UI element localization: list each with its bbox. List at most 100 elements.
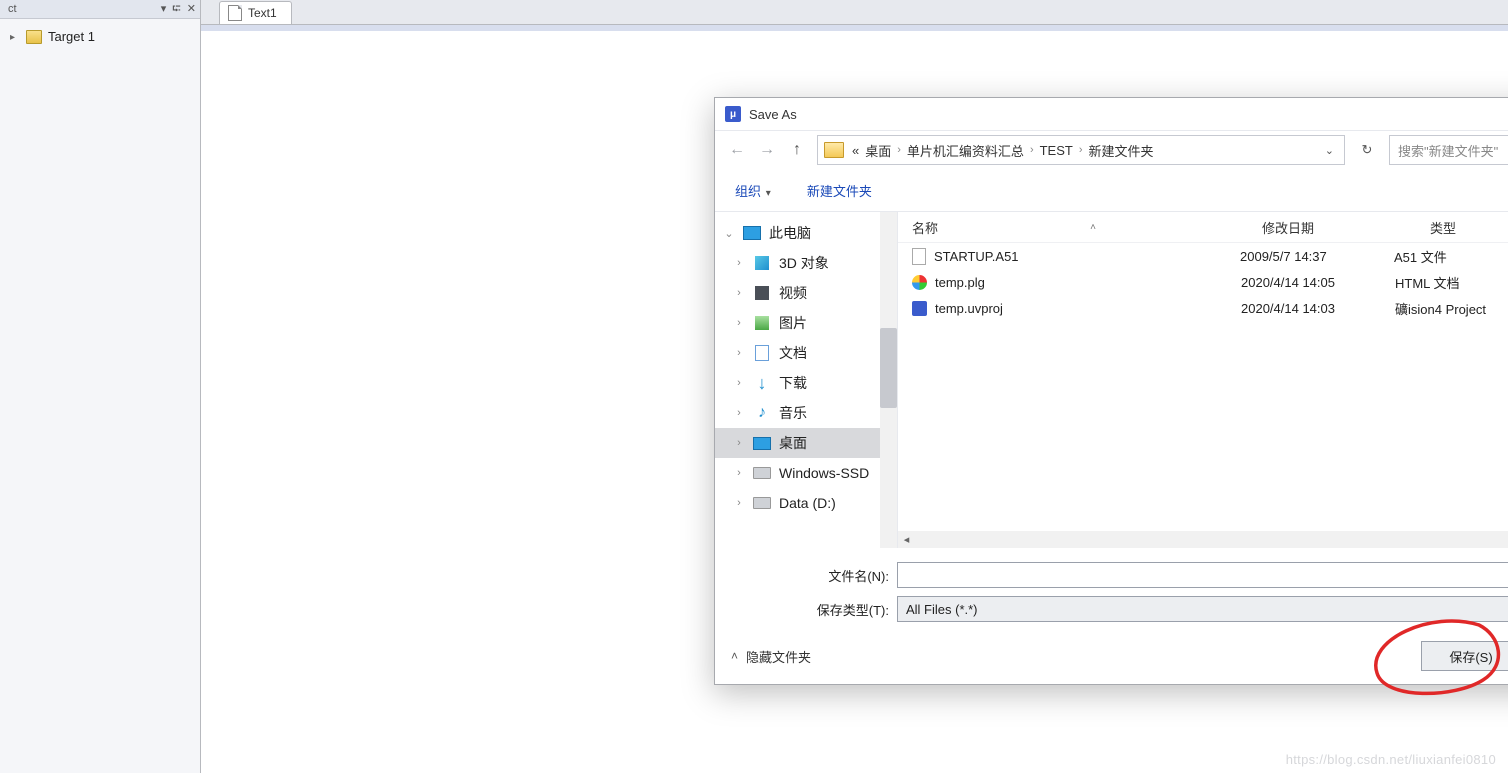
app-icon: μ [725, 106, 741, 122]
breadcrumb-item[interactable]: 新建文件夹 [1089, 141, 1154, 160]
desktop-icon [753, 437, 771, 450]
nav-scroll-thumb[interactable] [880, 328, 897, 408]
filename-label: 文件名(N): [795, 566, 889, 585]
breadcrumb-item[interactable]: 单片机汇编资料汇总 [907, 141, 1024, 160]
file-row[interactable]: temp.plg 2020/4/14 14:05 HTML 文档 0 KB [898, 269, 1508, 295]
editor-canvas[interactable]: μ Save As ✕ ← → ↑ « 桌面 › 单片机汇编资料汇总 [201, 31, 1508, 773]
chevron-down-icon: ▾ [763, 188, 771, 199]
nav-item-documents[interactable]: ›文档 [715, 338, 897, 368]
chevron-right-icon[interactable]: › [733, 347, 745, 359]
watermark: https://blog.csdn.net/liuxianfei0810 [1286, 752, 1496, 767]
nav-item-downloads[interactable]: ›↓下载 [715, 368, 897, 398]
file-row[interactable]: STARTUP.A51 2009/5/7 14:37 A51 文件 7 KB [898, 243, 1508, 269]
h-scrollbar[interactable]: ◂ ▸ [898, 531, 1508, 548]
dialog-body: ⌄此电脑 ›3D 对象 ›视频 ›图片 ›文档 ›↓下载 ›♪音乐 ›桌面 ›W… [715, 212, 1508, 548]
file-icon [912, 275, 927, 290]
file-icon [912, 248, 926, 265]
col-name[interactable]: 名称˄ [898, 218, 1248, 237]
nav-item-3d[interactable]: ›3D 对象 [715, 248, 897, 278]
refresh-icon[interactable]: ↻ [1355, 138, 1379, 162]
panel-title-suffix: ct [4, 3, 17, 15]
col-date[interactable]: 修改日期 [1248, 218, 1416, 237]
breadcrumb-item[interactable]: 桌面 [865, 141, 891, 160]
chevron-right-icon[interactable]: › [733, 377, 745, 389]
dialog-title: Save As [749, 107, 797, 122]
pushpin-icon[interactable]: ⮓ [172, 0, 181, 19]
tab-label: Text1 [248, 6, 277, 20]
chevron-up-icon: ˄ [731, 649, 738, 663]
filetype-label: 保存类型(T): [795, 600, 889, 619]
search-input[interactable]: 搜索"新建文件夹" 🔍 [1389, 135, 1508, 165]
target-icon [26, 30, 42, 44]
filetype-row: 保存类型(T): All Files (*.*) ⌄ [795, 596, 1508, 622]
forward-button: → [757, 140, 777, 160]
dialog-titlebar[interactable]: μ Save As ✕ [715, 98, 1508, 130]
document-icon [755, 345, 769, 361]
nav-row: ← → ↑ « 桌面 › 单片机汇编资料汇总 › TEST › 新建文件夹 [715, 130, 1508, 169]
scroll-left-icon[interactable]: ◂ [898, 531, 915, 548]
chevron-right-icon[interactable]: › [733, 437, 745, 449]
editor-pane: Text1 μ Save As ✕ ← → ↑ « [201, 0, 1508, 773]
new-folder-button[interactable]: 新建文件夹 [801, 179, 878, 202]
folder-icon [824, 142, 844, 158]
expand-icon[interactable]: ▸ [10, 32, 20, 42]
chevron-right-icon[interactable]: › [733, 287, 745, 299]
chevron-right-icon[interactable]: › [733, 257, 745, 269]
organize-button[interactable]: 组织 ▾ [729, 179, 777, 202]
breadcrumb-item[interactable]: TEST [1040, 143, 1073, 158]
target-label: Target 1 [48, 29, 95, 44]
picture-icon [755, 316, 769, 330]
download-icon: ↓ [753, 375, 771, 391]
panel-menu-icon[interactable]: ▾ [161, 2, 167, 16]
tab-strip: Text1 [201, 0, 1508, 25]
workspace: ct ▾ ⮓ ✕ ▸ Target 1 Text1 μ [0, 0, 1508, 773]
video-icon [755, 286, 769, 300]
nav-item-music[interactable]: ›♪音乐 [715, 398, 897, 428]
app-root: ct ▾ ⮓ ✕ ▸ Target 1 Text1 μ [0, 0, 1508, 773]
column-headers[interactable]: 名称˄ 修改日期 类型 大小 [898, 212, 1508, 243]
save-button[interactable]: 保存(S) [1421, 641, 1508, 671]
nav-item-pictures[interactable]: ›图片 [715, 308, 897, 338]
drive-icon [753, 467, 771, 479]
nav-item-data-d[interactable]: ›Data (D:) [715, 488, 897, 518]
tab-text1[interactable]: Text1 [219, 1, 292, 24]
file-icon [228, 5, 242, 21]
breadcrumb[interactable]: « 桌面 › 单片机汇编资料汇总 › TEST › 新建文件夹 ⌄ [817, 135, 1345, 165]
file-rows[interactable]: STARTUP.A51 2009/5/7 14:37 A51 文件 7 KB t… [898, 243, 1508, 531]
hide-folders-link[interactable]: ˄ 隐藏文件夹 [731, 647, 811, 666]
file-icon [912, 301, 927, 316]
breadcrumb-prefix: « [852, 143, 859, 158]
tree-item-target[interactable]: ▸ Target 1 [8, 27, 194, 46]
nav-tree[interactable]: ⌄此电脑 ›3D 对象 ›视频 ›图片 ›文档 ›↓下载 ›♪音乐 ›桌面 ›W… [715, 212, 898, 548]
up-button[interactable]: ↑ [787, 140, 807, 160]
sort-asc-icon: ˄ [1090, 222, 1096, 233]
nav-item-video[interactable]: ›视频 [715, 278, 897, 308]
chevron-right-icon[interactable]: › [733, 407, 745, 419]
nav-item-desktop[interactable]: ›桌面 [715, 428, 897, 458]
file-row[interactable]: temp.uvproj 2020/4/14 14:03 礦ision4 Proj… [898, 295, 1508, 321]
panel-close-icon[interactable]: ✕ [187, 2, 196, 16]
filename-row: 文件名(N): ⌄ [795, 562, 1508, 588]
chevron-down-icon[interactable]: ⌄ [723, 227, 735, 240]
nav-item-ssd[interactable]: ›Windows-SSD [715, 458, 897, 488]
project-tree[interactable]: ▸ Target 1 [0, 19, 200, 46]
panel-titlebar: ct ▾ ⮓ ✕ [0, 0, 200, 19]
chevron-right-icon: › [897, 144, 901, 156]
chevron-right-icon: › [1079, 144, 1083, 156]
back-button[interactable]: ← [727, 140, 747, 160]
col-type[interactable]: 类型 [1416, 218, 1508, 237]
form-area: 文件名(N): ⌄ 保存类型(T): All Files (*.*) ⌄ [715, 548, 1508, 628]
chevron-right-icon[interactable]: › [733, 497, 745, 509]
breadcrumb-dropdown-icon[interactable]: ⌄ [1321, 144, 1338, 157]
chevron-right-icon[interactable]: › [733, 467, 745, 479]
dialog-footer: ˄ 隐藏文件夹 保存(S) 取消 [715, 628, 1508, 684]
drive-icon [753, 497, 771, 509]
nav-item-this-pc[interactable]: ⌄此电脑 [715, 218, 897, 248]
cube-icon [755, 256, 769, 270]
filename-input[interactable]: ⌄ [897, 562, 1508, 588]
chevron-right-icon[interactable]: › [733, 317, 745, 329]
file-list: 名称˄ 修改日期 类型 大小 STARTUP.A51 2009/5/7 14:3… [898, 212, 1508, 548]
save-as-dialog: μ Save As ✕ ← → ↑ « 桌面 › 单片机汇编资料汇总 [714, 97, 1508, 685]
dialog-toolbar: 组织 ▾ 新建文件夹 ☷ ▾ ? [715, 169, 1508, 212]
filetype-select[interactable]: All Files (*.*) ⌄ [897, 596, 1508, 622]
